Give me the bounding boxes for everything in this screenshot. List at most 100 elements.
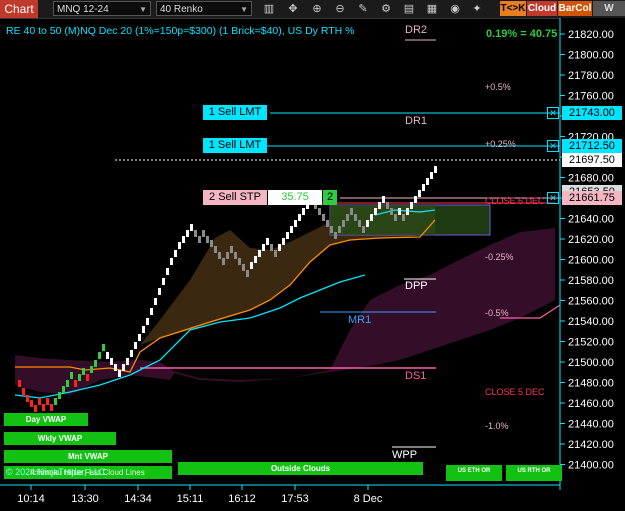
renko-brick [334, 232, 337, 239]
order-sell-lmt-2-cancel[interactable]: ✕ [547, 140, 559, 152]
order-sell-stp-value[interactable]: 35.75 [268, 190, 322, 205]
price-tick-label: 21760.00 [568, 91, 614, 103]
barcol-toggle-button[interactable]: BarCol [558, 1, 592, 16]
time-tick-label: 17:53 [281, 493, 309, 505]
renko-brick [322, 214, 325, 221]
renko-brick [422, 184, 425, 191]
renko-brick [346, 214, 349, 221]
renko-brick [122, 364, 125, 371]
renko-brick [410, 202, 413, 209]
price-tick-label: 21440.00 [568, 419, 614, 431]
price-tick-label: 21540.00 [568, 316, 614, 328]
renko-brick [154, 298, 157, 305]
renko-brick [118, 370, 121, 377]
draw-icon[interactable]: ✎ [356, 2, 370, 16]
renko-brick [202, 230, 205, 237]
dr2-label: DR2 [405, 24, 428, 36]
renko-brick [166, 268, 169, 275]
order-sell-lmt-2[interactable]: 1 Sell LMT [203, 138, 267, 153]
renko-brick [286, 232, 289, 239]
price-tick-label: 21560.00 [568, 296, 614, 308]
renko-brick [274, 250, 277, 257]
renko-brick [98, 352, 101, 359]
renko-brick [362, 226, 365, 233]
template-icon[interactable]: ▤ [402, 2, 416, 16]
renko-brick [270, 244, 273, 251]
pct-plus-025-label: +0.25% [485, 139, 516, 149]
wkly-vwap-legend: Wkly VWAP [4, 432, 116, 445]
renko-brick [358, 220, 361, 227]
instrument-selector[interactable]: MNQ 12-24 ▼ [53, 1, 151, 16]
renko-brick [354, 214, 357, 221]
us-rth-or-legend: US RTH OR [506, 465, 562, 481]
properties-icon[interactable]: ⚙ [379, 2, 393, 16]
renko-brick [114, 364, 117, 371]
order-sell-stp-qty[interactable]: 2 [323, 190, 337, 205]
time-axis-ticks: 10:14 13:30 14:34 15:11 16:12 17:53 8 Dec [17, 485, 383, 505]
global-icon[interactable]: ◉ [448, 2, 462, 16]
renko-brick [386, 202, 389, 209]
price-tag-last: 21697.50 [562, 153, 622, 167]
chart-title-tab[interactable]: Chart [0, 0, 38, 18]
order-sell-lmt-1[interactable]: 1 Sell LMT [203, 105, 267, 120]
renko-brick [258, 250, 261, 257]
renko-brick [338, 226, 341, 233]
price-tag-sell-lmt-2: 21712.50 [562, 139, 622, 153]
renko-brick [82, 368, 85, 375]
renko-brick [126, 358, 129, 365]
renko-brick [342, 220, 345, 227]
data-box-icon[interactable]: ▦ [425, 2, 439, 16]
price-tick-label: 21460.00 [568, 398, 614, 410]
time-tick-label: 15:11 [177, 493, 204, 505]
us-eth-or-legend: US ETH OR [446, 465, 502, 481]
renko-brick [370, 214, 373, 221]
tk-toggle-button[interactable]: T<>K [500, 1, 526, 16]
chart-description: RE 40 to 50 (M)NQ Dec 20 (1%=150p=$300) … [6, 25, 355, 37]
ds1-label: DS1 [405, 370, 427, 382]
renko-brick [194, 230, 197, 237]
wpp-label: WPP [392, 449, 418, 461]
renko-brick [394, 214, 397, 221]
close5-label: CLOSE 5 DEC [485, 387, 545, 397]
renko-brick [78, 374, 81, 381]
renko-brick [238, 258, 241, 265]
renko-brick [242, 264, 245, 271]
pct-minus-1-label: -1.0% [485, 421, 509, 431]
renko-brick [414, 196, 417, 203]
order-sell-lmt-1-cancel[interactable]: ✕ [547, 107, 559, 119]
renko-brick [402, 214, 405, 221]
renko-brick [222, 258, 225, 265]
wvwap-toggle-button[interactable]: W VWAP [593, 1, 625, 29]
renko-brick [246, 270, 249, 277]
dr1-label: DR1 [405, 115, 428, 127]
renko-brick [34, 405, 37, 412]
price-tick-label: 21620.00 [568, 234, 614, 246]
renko-brick [250, 262, 253, 269]
renko-brick [302, 208, 305, 215]
bar-type-selector[interactable]: 40 Renko ▼ [156, 1, 252, 16]
pct-minus-025-label: -0.25% [485, 252, 514, 262]
renko-brick [190, 224, 193, 231]
zoom-in-icon[interactable]: ⊕ [310, 2, 324, 16]
crosshair-icon[interactable]: ✥ [286, 2, 300, 16]
renko-brick [382, 196, 385, 203]
renko-brick [150, 308, 153, 315]
price-tick-label: 21520.00 [568, 337, 614, 349]
price-tick-label: 21800.00 [568, 50, 614, 62]
chevron-down-icon: ▼ [139, 5, 147, 14]
renko-brick [366, 220, 369, 227]
order-sell-stp-cancel[interactable]: ✕ [547, 192, 559, 204]
zoom-out-icon[interactable]: ⊖ [333, 2, 347, 16]
bars-icon[interactable]: ▥ [262, 2, 276, 16]
settings-icon[interactable]: ✦ [470, 2, 484, 16]
time-tick-label: 14:34 [124, 493, 152, 505]
renko-brick [110, 358, 113, 365]
renko-brick [278, 244, 281, 251]
pct-minus-05-label: -0.5% [485, 308, 509, 318]
price-tick-label: 21580.00 [568, 275, 614, 287]
renko-brick [254, 256, 257, 263]
price-tag-sell-lmt-1: 21743.00 [562, 106, 622, 120]
renko-brick [374, 208, 377, 215]
cloud-toggle-button[interactable]: Cloud [527, 1, 557, 16]
order-sell-stp[interactable]: 2 Sell STP [203, 190, 267, 205]
